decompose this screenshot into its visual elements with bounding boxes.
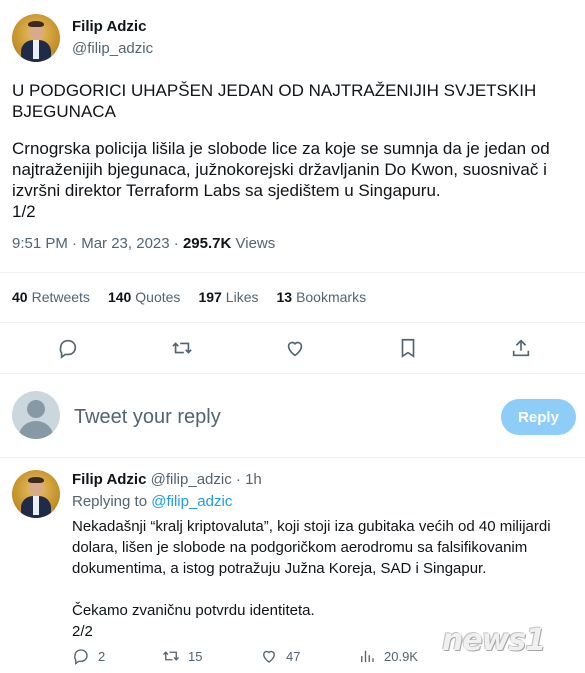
tweet-meta: 9:51 PM · Mar 23, 2023 · 295.7K Views (12, 235, 276, 252)
views-icon (361, 650, 374, 662)
retweet-icon (163, 651, 179, 661)
reply-views-action[interactable]: 20.9K (358, 647, 418, 665)
reply-reply-action[interactable]: 2 (72, 647, 105, 665)
bookmark-icon[interactable] (397, 337, 419, 359)
retweet-icon[interactable] (171, 337, 193, 359)
views-count: 295.7K (182, 235, 232, 252)
tweet-date[interactable]: Mar 23, 2023 (81, 235, 169, 252)
author-handle[interactable]: @filip_adzic (72, 40, 153, 57)
views-label: Views (235, 235, 276, 252)
reply-header: Filip Adzic @filip_adzic · 1h (72, 471, 262, 488)
divider (0, 322, 585, 323)
quotes-stat[interactable]: 140 Quotes (108, 289, 181, 305)
likes-stat[interactable]: 197 Likes (198, 289, 258, 305)
like-icon[interactable] (284, 337, 306, 359)
replying-to: Replying to @filip_adzic (72, 493, 233, 510)
divider (0, 272, 585, 273)
reply-time[interactable]: 1h (245, 471, 262, 488)
reply-author-name[interactable]: Filip Adzic (72, 471, 146, 488)
replying-to-handle[interactable]: @filip_adzic (151, 493, 232, 510)
share-icon[interactable] (510, 337, 532, 359)
reply-icon (74, 649, 88, 665)
divider (0, 373, 585, 374)
author-avatar[interactable] (12, 14, 60, 62)
reply-like-action[interactable]: 47 (260, 647, 300, 665)
like-icon (263, 650, 275, 663)
tweet-headline: U PODGORICI UHAPŠEN JEDAN OD NAJTRAŽENIJ… (12, 81, 537, 121)
tweet-stats: 40 Retweets 140 Quotes 197 Likes 13 Bookmark… (12, 289, 366, 305)
user-avatar (12, 391, 60, 439)
divider (0, 457, 585, 458)
reply-author-handle[interactable]: @filip_adzic (151, 471, 232, 488)
tweet-body: Crnogrska policija lišila je slobode lic… (12, 139, 550, 221)
author-name[interactable]: Filip Adzic (72, 18, 146, 35)
tweet-time[interactable]: 9:51 PM (12, 235, 68, 252)
reply-retweet-action[interactable]: 15 (162, 647, 202, 665)
reply-action-bar: 2 15 47 20.9K (72, 647, 572, 667)
reply-icon[interactable] (57, 337, 79, 359)
reply-author-avatar[interactable] (12, 470, 60, 518)
reply-input[interactable] (74, 403, 474, 431)
bookmarks-stat[interactable]: 13 Bookmarks (276, 289, 366, 305)
action-bar (0, 333, 585, 363)
retweets-stat[interactable]: 40 Retweets (12, 289, 90, 305)
reply-body: Nekadašnji “kralj kriptovaluta”, koji st… (72, 518, 551, 640)
reply-button[interactable]: Reply (501, 399, 576, 435)
